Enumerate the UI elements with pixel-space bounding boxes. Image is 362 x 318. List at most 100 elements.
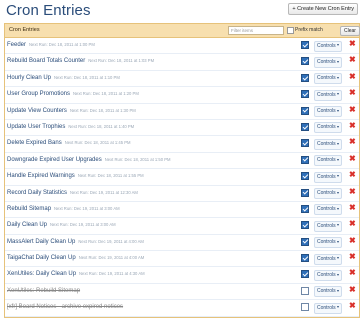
cron-entry-row[interactable]: Hourly Clean Up Next Run: Dec 18, 2011 at…: [5, 70, 359, 88]
cron-entry-row[interactable]: MassAlert Daily Clean Up Next Run: Dec 19…: [5, 234, 359, 252]
cron-entry-row[interactable]: [xfr] Board Notices - archive expired no…: [5, 300, 359, 317]
cron-entry-row[interactable]: User Group Promotions Next Run: Dec 18, 2…: [5, 87, 359, 104]
cron-entry-name: Rebuild Board Totals Counter: [7, 58, 86, 65]
cron-entry-name-link[interactable]: XenUtiles: Daily Clean Up Next Run: Dec 1…: [7, 271, 145, 277]
delete-x-icon[interactable]: ✖: [349, 56, 356, 64]
controls-label: Controls: [317, 255, 336, 262]
cron-entry-row[interactable]: XenUtiles: Daily Clean Up Next Run: Dec 1…: [5, 267, 359, 284]
controls-label: Controls: [317, 206, 336, 213]
cron-entry-enabled-checkbox[interactable]: [301, 303, 309, 312]
delete-x-icon[interactable]: ✖: [349, 203, 356, 211]
cron-entry-row[interactable]: Rebuild Sitemap Next Run: Dec 19, 2011 at…: [5, 201, 359, 219]
cron-entry-row[interactable]: Record Daily Statistics Next Run: Dec 19,…: [5, 185, 359, 202]
delete-x-icon[interactable]: ✖: [349, 220, 356, 228]
cron-entry-name-link[interactable]: Feeder Next Run: Dec 18, 2011 at 1:00 PM: [7, 42, 95, 48]
controls-dropdown[interactable]: Controls: [314, 286, 342, 298]
cron-entry-enabled-checkbox[interactable]: [301, 254, 309, 263]
cron-entry-enabled-checkbox[interactable]: [301, 286, 309, 295]
cron-entry-enabled-checkbox[interactable]: [301, 270, 309, 279]
delete-x-icon[interactable]: ✖: [349, 40, 356, 48]
clear-button[interactable]: Clear: [340, 26, 360, 36]
cron-entry-name-link[interactable]: Update View Counters Next Run: Dec 18, 20…: [7, 108, 136, 114]
controls-dropdown[interactable]: Controls: [314, 220, 342, 232]
controls-dropdown[interactable]: Controls: [314, 188, 342, 200]
cron-entry-name-link[interactable]: [xfr] Board Notices - archive expired no…: [7, 304, 126, 310]
chevron-down-icon: [336, 76, 339, 79]
cron-entry-enabled-checkbox[interactable]: [301, 204, 309, 213]
cron-entry-row[interactable]: Handle Expired Warnings Next Run: Dec 18,…: [5, 169, 359, 186]
cron-entry-row[interactable]: Feeder Next Run: Dec 18, 2011 at 1:00 PM C…: [5, 38, 359, 55]
delete-x-icon[interactable]: ✖: [349, 121, 356, 129]
cron-entry-name-link[interactable]: Delete Expired Bans Next Run: Dec 18, 201…: [7, 140, 131, 146]
delete-x-icon[interactable]: ✖: [349, 89, 356, 97]
cron-entry-enabled-checkbox[interactable]: [301, 188, 309, 197]
controls-dropdown[interactable]: Controls: [314, 155, 342, 167]
cron-entry-name-link[interactable]: Rebuild Board Totals Counter Next Run: De…: [7, 58, 154, 64]
cron-entry-name-link[interactable]: XenUtiles: Rebuild Sitemap: [7, 288, 83, 294]
controls-dropdown[interactable]: Controls: [314, 269, 342, 281]
delete-x-icon[interactable]: ✖: [349, 302, 356, 310]
cron-entry-enabled-checkbox[interactable]: [301, 237, 309, 246]
controls-dropdown[interactable]: Controls: [314, 171, 342, 183]
cron-entry-row[interactable]: Rebuild Board Totals Counter Next Run: De…: [5, 54, 359, 71]
cron-entry-name-link[interactable]: User Group Promotions Next Run: Dec 18, 2…: [7, 91, 139, 97]
controls-dropdown[interactable]: Controls: [314, 56, 342, 68]
cron-entry-name-link[interactable]: Hourly Clean Up Next Run: Dec 18, 2011 at…: [7, 75, 120, 81]
delete-x-icon[interactable]: ✖: [349, 236, 356, 244]
delete-x-icon[interactable]: ✖: [349, 171, 356, 179]
cron-entry-row[interactable]: Update User Trophies Next Run: Dec 18, 20…: [5, 119, 359, 137]
cron-entry-name-link[interactable]: Record Daily Statistics Next Run: Dec 19,…: [7, 190, 138, 196]
cron-entry-row[interactable]: Daily Clean Up Next Run: Dec 19, 2011 at …: [5, 218, 359, 235]
cron-entry-name-link[interactable]: TaigaChat Daily Clean Up Next Run: Dec 19…: [7, 255, 144, 261]
cron-entry-row[interactable]: Downgrade Expired User Upgrades Next Run:…: [5, 152, 359, 170]
cron-entry-name: User Group Promotions: [7, 91, 71, 98]
cron-entry-name-link[interactable]: Rebuild Sitemap Next Run: Dec 19, 2011 at…: [7, 206, 120, 212]
cron-entry-enabled-checkbox[interactable]: [301, 90, 309, 99]
delete-x-icon[interactable]: ✖: [349, 253, 356, 261]
cron-entry-enabled-checkbox[interactable]: [301, 41, 309, 49]
controls-dropdown[interactable]: Controls: [314, 138, 342, 150]
controls-dropdown[interactable]: Controls: [314, 89, 342, 101]
cron-entry-enabled-checkbox[interactable]: [301, 73, 309, 82]
delete-x-icon[interactable]: ✖: [349, 138, 356, 146]
controls-dropdown[interactable]: Controls: [314, 302, 342, 314]
controls-dropdown[interactable]: Controls: [314, 106, 342, 118]
cron-entry-row[interactable]: XenUtiles: Rebuild Sitemap Controls ✖: [5, 283, 359, 301]
cron-entries-panel: Cron Entries Filter items Prefix match C…: [4, 23, 360, 318]
cron-entry-name-link[interactable]: Handle Expired Warnings Next Run: Dec 18,…: [7, 173, 144, 179]
delete-x-icon[interactable]: ✖: [349, 187, 356, 195]
cron-entry-name-link[interactable]: Daily Clean Up Next Run: Dec 19, 2011 at …: [7, 222, 116, 228]
delete-x-icon[interactable]: ✖: [349, 269, 356, 277]
controls-dropdown[interactable]: Controls: [314, 253, 342, 265]
cron-entry-enabled-checkbox[interactable]: [301, 57, 309, 66]
cron-entry-enabled-checkbox[interactable]: [301, 106, 309, 115]
delete-x-icon[interactable]: ✖: [349, 154, 356, 162]
controls-dropdown[interactable]: Controls: [314, 40, 342, 52]
controls-dropdown[interactable]: Controls: [314, 237, 342, 249]
cron-entry-enabled-checkbox[interactable]: [301, 172, 309, 181]
controls-dropdown[interactable]: Controls: [314, 204, 342, 216]
cron-entry-name: [xfr] Board Notices - archive expired no…: [7, 304, 124, 311]
cron-entry-enabled-checkbox[interactable]: [301, 139, 309, 148]
controls-dropdown[interactable]: Controls: [314, 122, 342, 134]
delete-x-icon[interactable]: ✖: [349, 72, 356, 80]
chevron-down-icon: [336, 224, 339, 227]
controls-label: Controls: [317, 58, 336, 65]
delete-x-icon[interactable]: ✖: [349, 105, 356, 113]
cron-entry-row[interactable]: Delete Expired Bans Next Run: Dec 18, 201…: [5, 136, 359, 153]
prefix-match-checkbox[interactable]: [287, 27, 294, 34]
cron-entry-enabled-checkbox[interactable]: [301, 221, 309, 230]
cron-entry-name: Rebuild Sitemap: [7, 205, 52, 212]
cron-entry-row[interactable]: TaigaChat Daily Clean Up Next Run: Dec 19…: [5, 251, 359, 268]
controls-label: Controls: [317, 190, 336, 197]
cron-entry-enabled-checkbox[interactable]: [301, 155, 309, 164]
cron-entry-name-link[interactable]: Update User Trophies Next Run: Dec 18, 20…: [7, 124, 134, 130]
create-cron-entry-button[interactable]: + Create New Cron Entry: [288, 3, 358, 15]
controls-dropdown[interactable]: Controls: [314, 73, 342, 85]
cron-entry-enabled-checkbox[interactable]: [301, 122, 309, 131]
filter-input[interactable]: Filter items: [228, 26, 284, 35]
cron-entry-row[interactable]: Update View Counters Next Run: Dec 18, 20…: [5, 103, 359, 120]
delete-x-icon[interactable]: ✖: [349, 285, 356, 293]
cron-entry-name-link[interactable]: MassAlert Daily Clean Up Next Run: Dec 19…: [7, 239, 144, 245]
cron-entry-name-link[interactable]: Downgrade Expired User Upgrades Next Run:…: [7, 157, 171, 163]
